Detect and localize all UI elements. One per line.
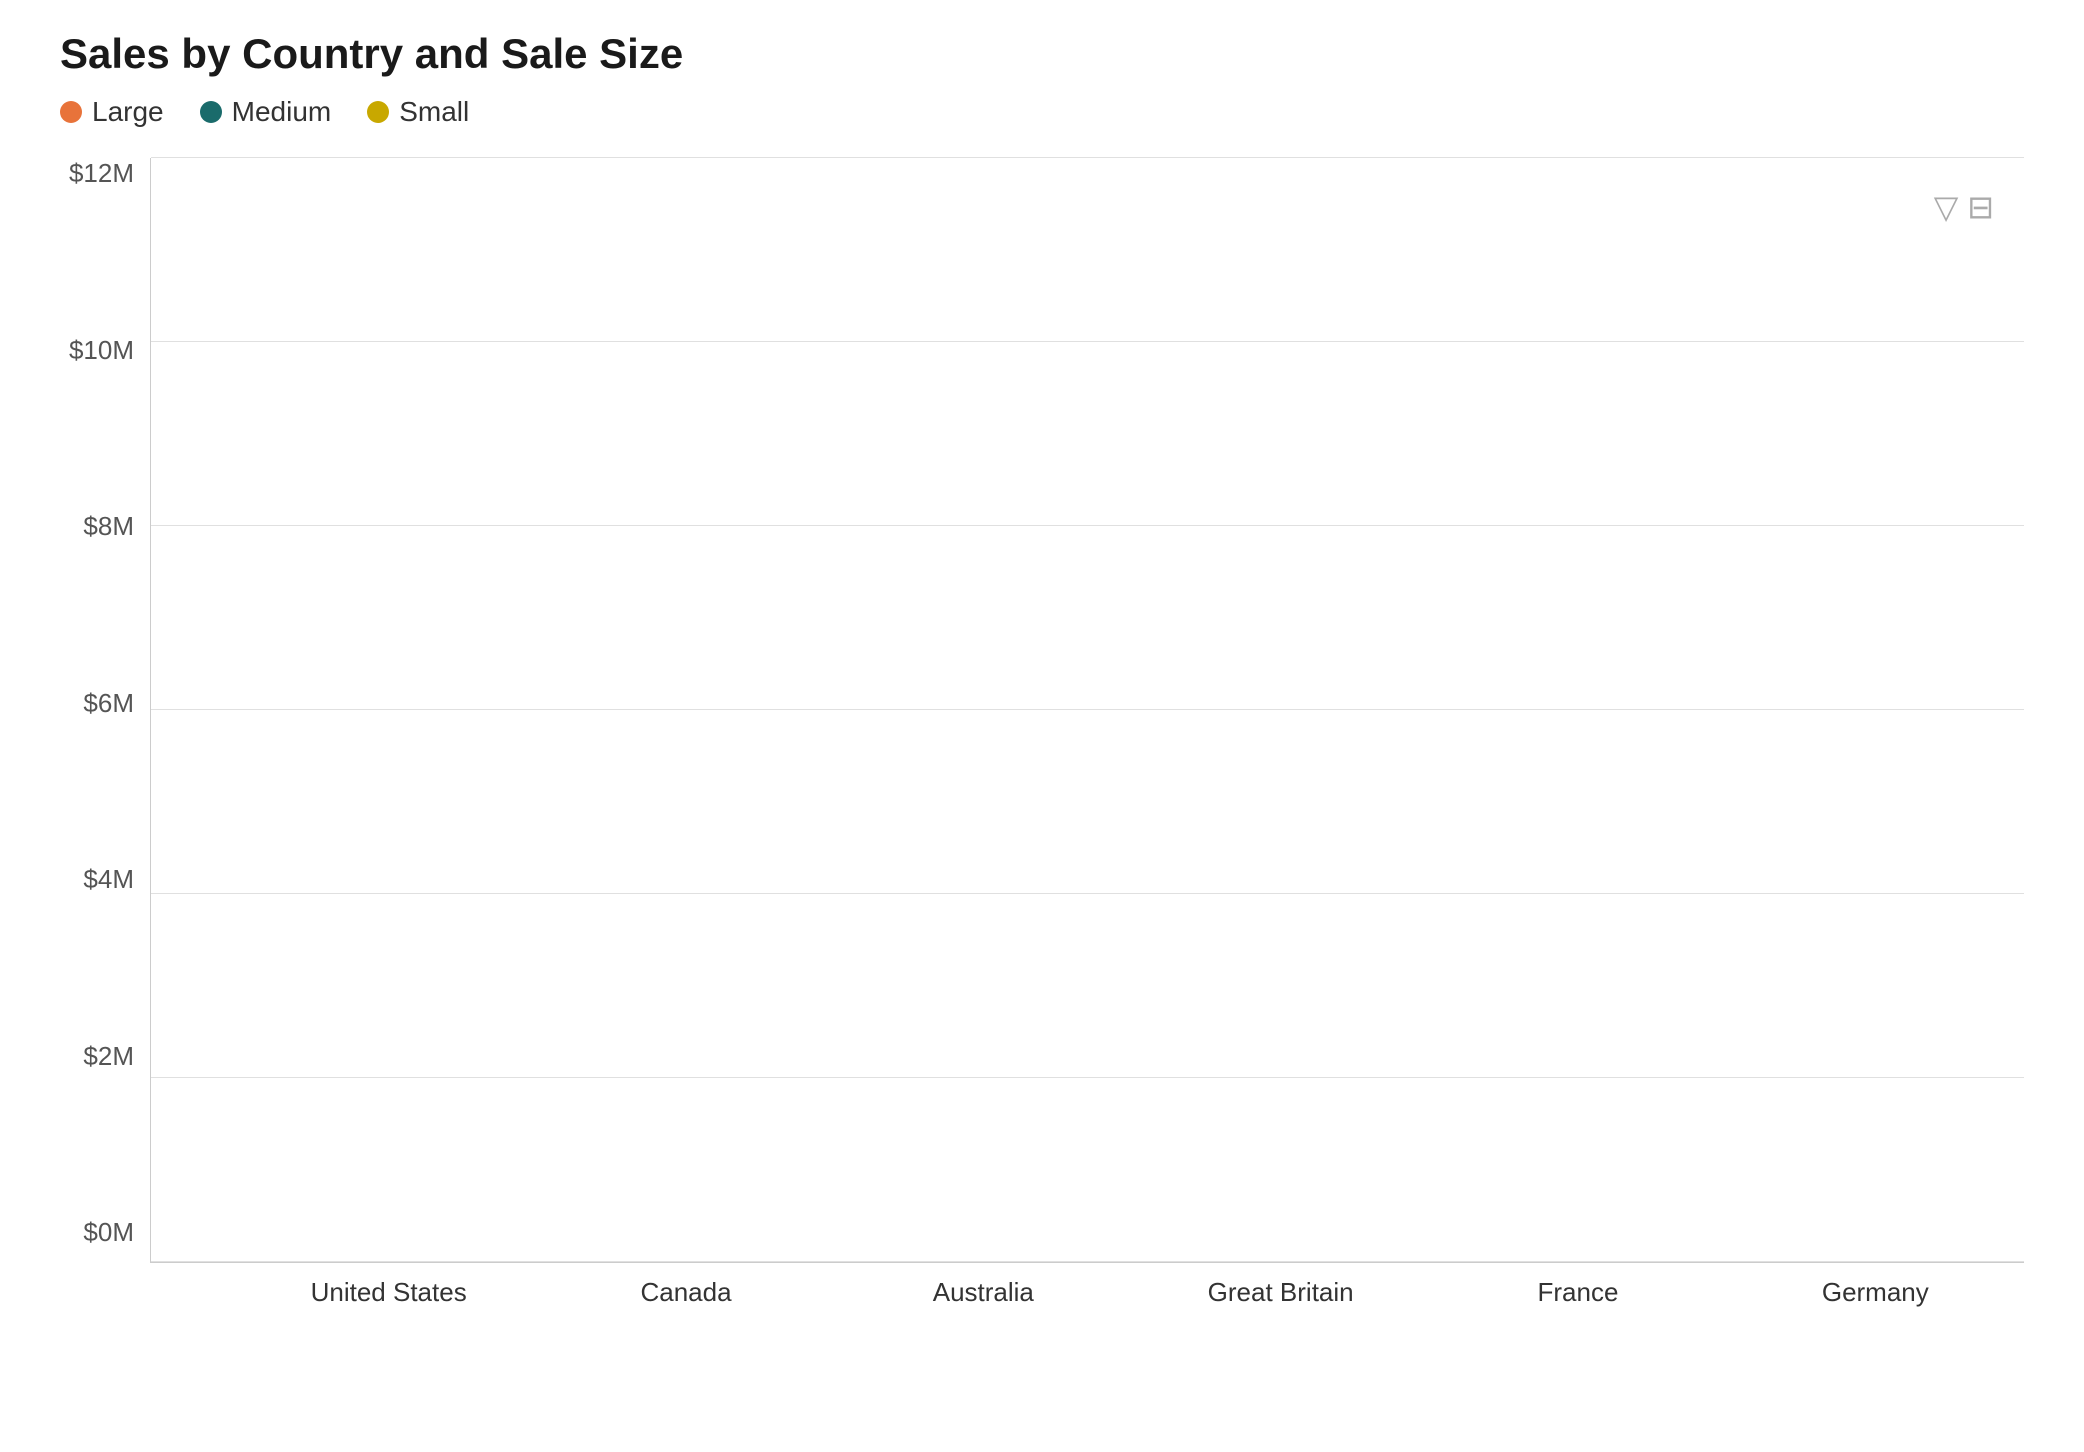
chart-container: Sales by Country and Sale Size Large Med… [0,0,2084,1452]
legend-label-small: Small [399,96,469,128]
country-label-great-britain: Great Britain [1132,1263,1429,1308]
legend-label-large: Large [92,96,164,128]
legend-dot-small [367,101,389,123]
legend-item-medium: Medium [200,96,332,128]
grid-line [151,893,2024,894]
country-label-australia: Australia [835,1263,1132,1308]
country-label-france: France [1429,1263,1726,1308]
y-axis-label: $0M [60,1217,150,1248]
grid-line [151,709,2024,710]
y-axis-label: $12M [60,158,150,189]
y-axis-label: $10M [60,335,150,366]
y-axis-label: $8M [60,511,150,542]
chart-title: Sales by Country and Sale Size [60,30,2024,78]
legend-label-medium: Medium [232,96,332,128]
y-axis: $0M $2M $4M $6M $8M $10M $12M [60,158,150,1308]
legend-dot-large [60,101,82,123]
grid-line [151,525,2024,526]
country-label-canada: Canada [537,1263,834,1308]
country-label-germany: Germany [1727,1263,2024,1308]
legend-item-large: Large [60,96,164,128]
chart-legend: Large Medium Small [60,96,2024,128]
grid-line [151,157,2024,158]
y-axis-label: $6M [60,688,150,719]
grid-line [151,1077,2024,1078]
legend-dot-medium [200,101,222,123]
legend-item-small: Small [367,96,469,128]
country-labels: United StatesCanadaAustraliaGreat Britai… [240,1263,2024,1308]
y-axis-label: $2M [60,1041,150,1072]
y-axis-label: $4M [60,864,150,895]
grid-lines [151,158,2024,1262]
grid-line [151,341,2024,342]
plot-area [150,158,2024,1263]
chart-area: $0M $2M $4M $6M $8M $10M $12M United StatesCan… [60,158,2024,1308]
country-label-united-states: United States [240,1263,537,1308]
grid-line [151,1261,2024,1262]
